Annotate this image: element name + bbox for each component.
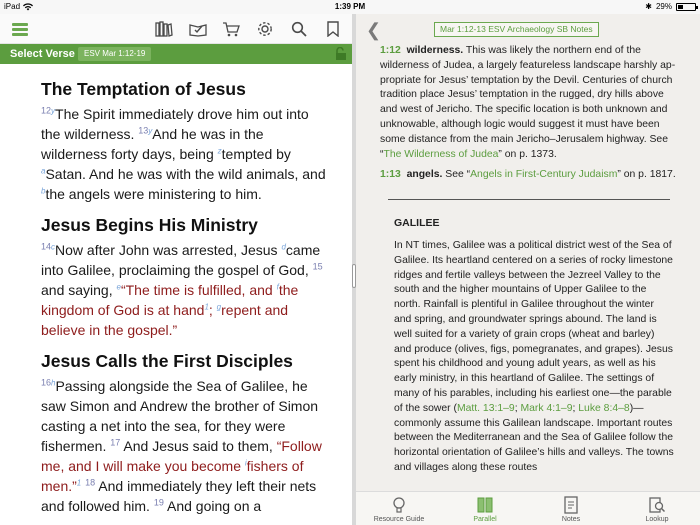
tab-label: Notes [561,516,581,523]
note-verse-ref[interactable]: 1:13 [380,169,401,180]
main-toolbar [0,14,352,44]
paragraph: 12yThe Spirit immediately drove him out … [41,104,331,204]
bookmark-icon[interactable] [323,19,343,39]
clock: 1:39 PM [334,2,366,11]
bluetooth-icon: ✱ [645,2,652,11]
note-text: This was likely the northern end of the … [380,45,676,160]
footnote-marker[interactable]: 1 [77,478,81,487]
tab-label: Parallel [473,516,497,523]
verse-number[interactable]: 16 [41,377,51,387]
verse-text: And going on a [166,498,262,514]
note-link[interactable]: The Wilderness of Judea [383,149,498,160]
unlock-icon[interactable] [332,47,348,61]
lookup-icon [649,497,666,513]
divider [388,199,670,201]
section-heading: Jesus Calls the First Disciples [41,351,293,371]
article-title: GALILEE [394,217,440,230]
verse-number[interactable]: 13 [138,125,148,135]
verse-selector-bar: Select Verse ESV Mar 1:12-19 [0,44,352,64]
study-notes: 1:12 wilderness. This was likely the nor… [380,44,680,480]
reading-plan-icon[interactable] [188,19,208,39]
verse-text: And Jesus said to them, [123,438,277,454]
status-bar: iPad 1:39 PM ✱ 29% [0,0,700,14]
study-note: 1:12 wilderness. This was likely the nor… [380,44,680,162]
verse-number[interactable]: 12 [41,105,51,115]
bottom-tab-bar: Resource Guide Parallel Notes Lookup [356,491,700,525]
bible-pane: Select Verse ESV Mar 1:12-19 The Temptat… [0,14,352,525]
words-of-christ: “The time is fulfilled, and [120,282,277,298]
battery-icon [676,2,698,11]
parallel-icon [477,497,493,513]
tab-resource-guide[interactable]: Resource Guide [356,492,442,525]
tab-label: Resource Guide [373,516,425,523]
verse-text: and saying, [41,282,117,298]
section-heading: Jesus Begins His Ministry [41,215,258,235]
select-verse-button[interactable]: Select Verse [10,48,75,60]
battery-percent: 29% [655,2,672,11]
tab-notes[interactable]: Notes [528,492,614,525]
article-text: In NT times, Galilee was a political dis… [394,239,673,414]
lightbulb-icon [393,497,405,513]
tab-parallel[interactable]: Parallel [442,492,528,525]
verse-text: Satan. And he was with the wild animals,… [45,166,326,182]
verse-number[interactable]: 18 [85,477,95,487]
note-text: ” on p. 1373. [498,148,557,160]
search-icon[interactable] [289,19,309,39]
notes-icon [564,496,578,514]
reference-badge[interactable]: ESV Mar 1:12-19 [78,47,152,61]
section-heading: The Temptation of Jesus [41,79,246,99]
study-note: 1:13 angels. See “Angels in First-Centur… [380,168,680,183]
note-term: wilderness. [406,45,464,56]
tab-lookup[interactable]: Lookup [614,492,700,525]
verse-number[interactable]: 19 [154,497,164,507]
note-verse-ref[interactable]: 1:12 [380,45,401,56]
resource-title[interactable]: Mar 1:12-13 ESV Archaeology SB Notes [434,22,599,37]
scripture-link[interactable]: Mark 4:1–9 [521,403,573,414]
bible-text: The Temptation of Jesus 12yThe Spirit im… [41,78,331,524]
scripture-link[interactable]: Luke 8:4–8 [578,403,629,414]
notes-header: ❮ Mar 1:12-13 ESV Archaeology SB Notes [356,14,700,44]
words-of-christ: ; [208,302,217,318]
verse-text: the angels were ministering to him. [45,186,262,202]
verse-number[interactable]: 17 [110,437,120,447]
article-body: In NT times, Galilee was a political dis… [394,239,674,476]
sidebar-article: GALILEE In NT times, Galilee was a polit… [380,216,680,476]
note-text: ” on p. 1817. [617,169,676,181]
library-icon[interactable] [154,19,174,39]
verse-text: Now after John was arrested, Jesus [55,242,282,258]
paragraph: 14cNow after John was arrested, Jesus dc… [41,240,331,340]
note-term: angels. [406,169,443,181]
verse-number[interactable]: 14 [41,241,51,251]
cart-icon[interactable] [221,19,241,39]
tab-label: Lookup [645,516,669,523]
scripture-link[interactable]: Matt. 13:1–9 [457,403,515,414]
article-text: ; [572,402,576,414]
note-text: See “ [445,169,471,181]
verse-number[interactable]: 15 [313,261,323,271]
menu-icon[interactable] [10,19,30,39]
notes-pane: ❮ Mar 1:12-13 ESV Archaeology SB Notes 1… [356,14,700,525]
paragraph: 16hPassing alongside the Sea of Galilee,… [41,376,331,516]
back-chevron-icon[interactable]: ❮ [366,20,381,41]
verse-text: tempted by [221,146,291,162]
note-link[interactable]: Angels in First-Century Judaism [470,169,617,180]
settings-gear-icon[interactable] [255,19,275,39]
